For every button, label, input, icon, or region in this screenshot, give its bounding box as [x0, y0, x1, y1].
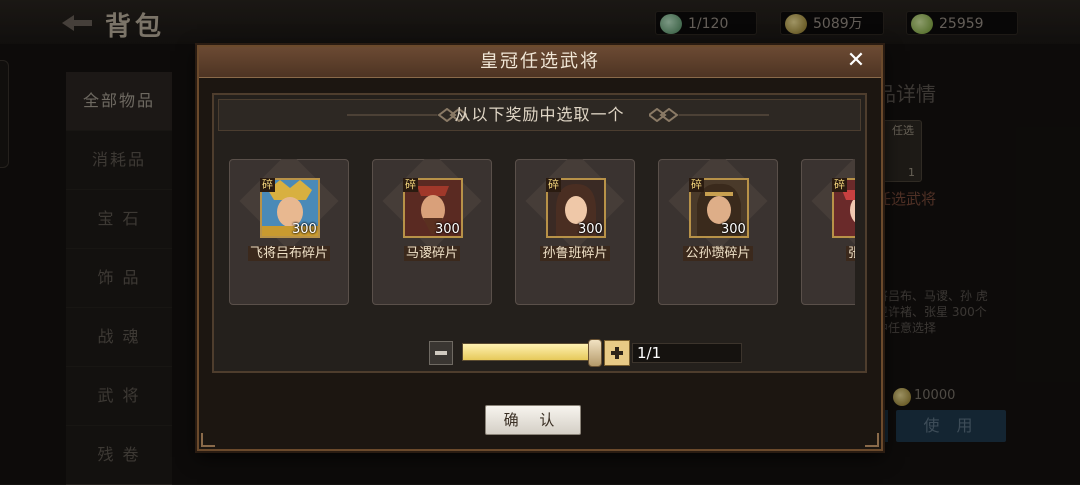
shard-badge: 碎: [832, 178, 847, 192]
reward-header: 从以下奖励中选取一个: [218, 99, 861, 131]
shard-badge: 碎: [403, 178, 418, 192]
confirm-button[interactable]: 确 认: [485, 405, 581, 435]
item-name: 公孙瓒碎片: [683, 246, 753, 261]
quantity-slider[interactable]: [462, 343, 596, 361]
frame-corner-decoration: [865, 433, 879, 447]
increase-button[interactable]: [604, 340, 630, 366]
item-name: 马谡碎片: [403, 246, 460, 261]
item-quantity: 300: [292, 222, 317, 237]
reward-card-sunluban[interactable]: 碎 300 孙鲁班碎片: [515, 159, 635, 305]
shard-badge: 碎: [546, 178, 561, 192]
decrease-button[interactable]: [429, 341, 453, 365]
reward-card-zhangxing[interactable]: 碎 张星: [801, 159, 855, 305]
slider-handle[interactable]: [588, 339, 602, 367]
item-name: 孙鲁班碎片: [540, 246, 610, 261]
selected-count: 1/1: [632, 343, 742, 363]
frame-corner-decoration: [201, 433, 215, 447]
reward-panel: 从以下奖励中选取一个 碎 300 飞将吕布碎片 碎 300 马谡碎片 碎 300…: [212, 93, 867, 373]
shard-badge: 碎: [689, 178, 704, 192]
reward-list[interactable]: 碎 300 飞将吕布碎片 碎 300 马谡碎片 碎 300 孙鲁班碎片 碎 30…: [229, 159, 855, 311]
item-quantity: 300: [721, 222, 746, 237]
close-icon: ✕: [846, 48, 866, 73]
reward-card-masu[interactable]: 碎 300 马谡碎片: [372, 159, 492, 305]
close-button[interactable]: ✕: [845, 50, 867, 72]
reward-card-lubu[interactable]: 碎 300 飞将吕布碎片: [229, 159, 349, 305]
dialog-header: 皇冠任选武将 ✕: [199, 47, 881, 78]
item-name: 张星: [845, 246, 855, 261]
reward-card-gongsunzan[interactable]: 碎 300 公孙瓒碎片: [658, 159, 778, 305]
shard-badge: 碎: [260, 178, 275, 192]
item-quantity: 300: [435, 222, 460, 237]
choose-general-dialog: 皇冠任选武将 ✕ 从以下奖励中选取一个 碎 300 飞将吕布碎片 碎 300 马…: [197, 45, 883, 451]
ornament-right-icon: [649, 108, 769, 122]
item-name: 飞将吕布碎片: [247, 246, 330, 261]
item-quantity: 300: [578, 222, 603, 237]
dialog-title: 皇冠任选武将: [480, 51, 600, 72]
